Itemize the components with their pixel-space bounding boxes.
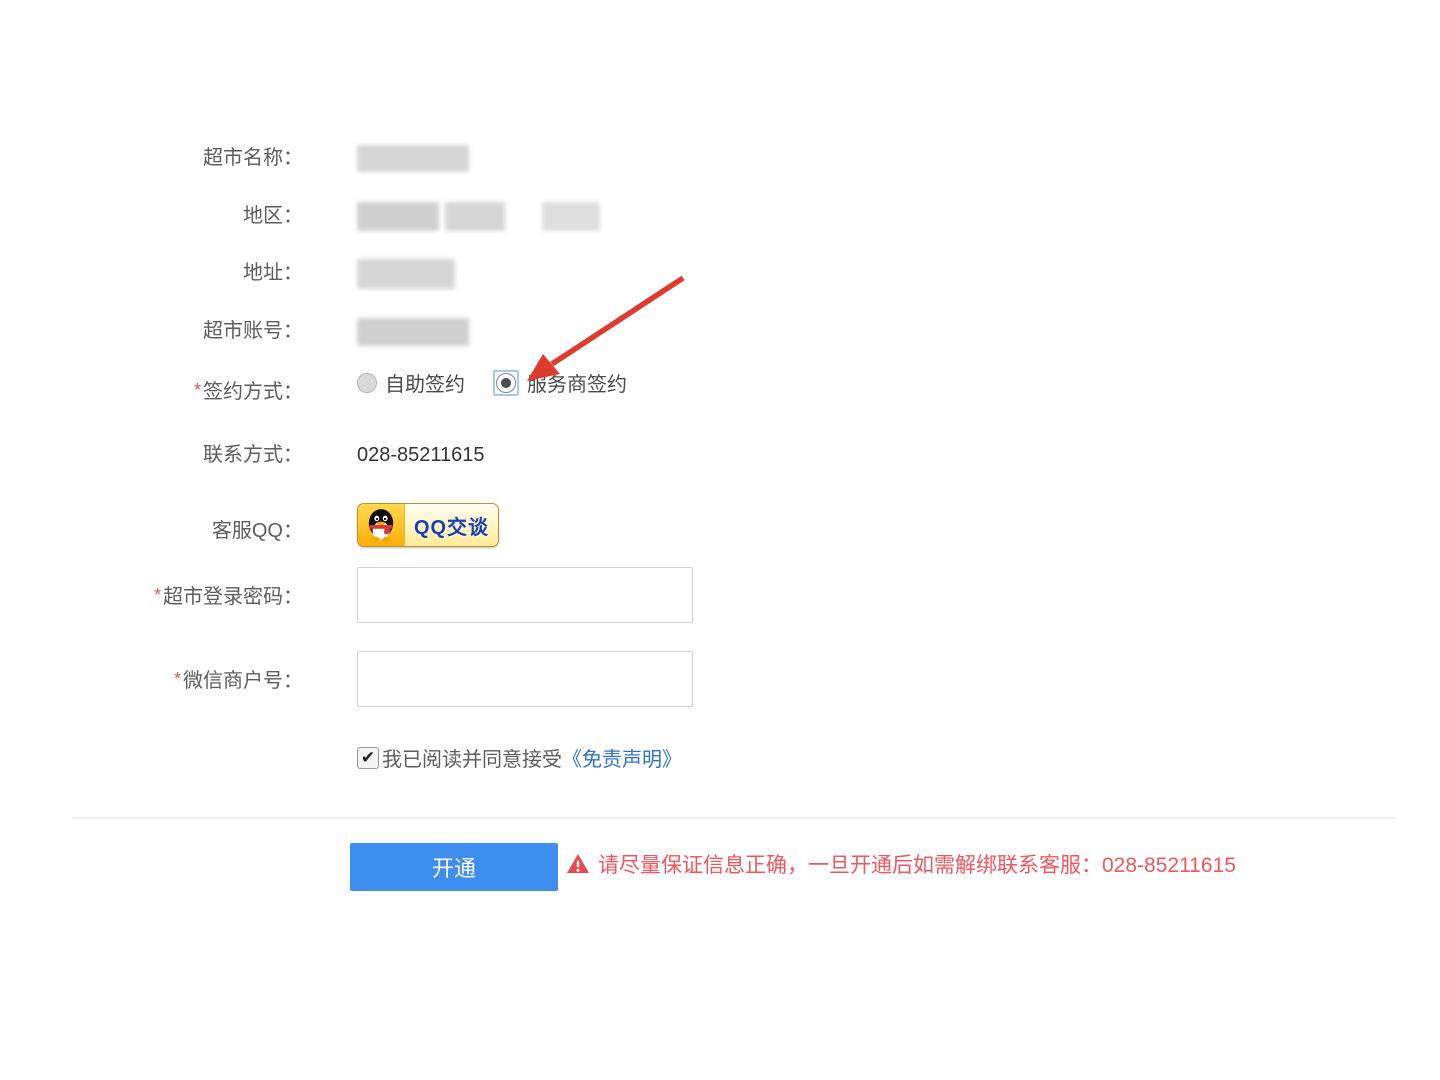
required-asterisk: * (153, 585, 161, 605)
qq-button-label[interactable]: QQ交谈 (414, 511, 489, 540)
qq-button-label-area[interactable]: QQ交谈 (405, 504, 498, 546)
login-password-label-text: 超市登录密码： (163, 586, 303, 608)
section-divider (72, 817, 1396, 819)
supermarket-name-value (357, 145, 469, 172)
redacted-value (445, 202, 506, 231)
sign-method-label: * 签约方式： (0, 376, 303, 406)
redacted-value (541, 202, 600, 231)
qq-value: QQ交谈 (357, 503, 499, 547)
agreement-area: ✔ 我已阅读并同意接受 《免责声明》 (357, 743, 682, 772)
qq-chat-button[interactable]: QQ交谈 (357, 503, 499, 547)
required-asterisk: * (173, 669, 181, 689)
sign-method-label-text: 签约方式： (203, 381, 303, 403)
radio-selected-icon[interactable] (496, 372, 516, 393)
warning-message: 请尽量保证信息正确，一旦开通后如需解绑联系客服：028-85211615 (566, 849, 1236, 879)
region-label: 地区： (0, 202, 303, 230)
radio-self-sign-label[interactable]: 自助签约 (385, 368, 465, 397)
contact-value: 028-85211615 (357, 441, 485, 469)
login-password-label: * 超市登录密码： (0, 581, 303, 611)
radio-self-sign[interactable]: 自助签约 (357, 368, 465, 397)
account-value (357, 318, 469, 346)
account-label-text: 超市账号： (203, 320, 303, 342)
disclaimer-link[interactable]: 《免责声明》 (562, 743, 682, 772)
login-password-input[interactable] (357, 567, 693, 623)
required-asterisk: * (193, 380, 201, 400)
open-supermarket-form-page: 超市名称： 地区： 地址： 超市账号： * 签约方式： 自助签约 服务商签约 联… (0, 0, 1440, 1080)
activate-button[interactable]: 开通 (350, 843, 558, 891)
redacted-value (357, 145, 469, 172)
contact-label-text: 联系方式： (203, 444, 303, 466)
radio-selected-focus-ring[interactable] (493, 369, 519, 396)
redacted-value (357, 259, 455, 289)
wechat-merchant-label: * 微信商户号： (0, 665, 303, 695)
address-label: 地址： (0, 259, 303, 287)
region-value (357, 202, 600, 231)
supermarket-name-label: 超市名称： (0, 144, 303, 172)
contact-phone-number: 028-85211615 (357, 444, 485, 466)
sign-method-options: 自助签约 服务商签约 (357, 368, 627, 397)
radio-provider-sign[interactable]: 服务商签约 (493, 368, 627, 397)
agreement-text: 我已阅读并同意接受 (382, 749, 562, 771)
warning-triangle-icon (567, 854, 589, 873)
address-label-text: 地址： (243, 262, 303, 284)
account-label: 超市账号： (0, 317, 303, 345)
agreement-checkbox[interactable]: ✔ (357, 746, 379, 769)
redacted-value (357, 318, 469, 346)
contact-label: 联系方式： (0, 441, 303, 469)
qq-penguin-icon (358, 504, 405, 546)
radio-provider-sign-label[interactable]: 服务商签约 (527, 368, 627, 397)
qq-label-text: 客服QQ： (211, 520, 303, 542)
region-label-text: 地区： (243, 205, 303, 227)
address-value (357, 259, 455, 289)
wechat-merchant-label-text: 微信商户号： (183, 670, 303, 692)
checkmark-icon: ✔ (360, 747, 376, 767)
radio-unselected-icon[interactable] (357, 372, 377, 393)
qq-label: 客服QQ： (0, 517, 303, 545)
supermarket-name-label-text: 超市名称： (203, 147, 303, 169)
wechat-merchant-input[interactable] (357, 651, 693, 707)
redacted-value (357, 202, 439, 231)
warning-text: 请尽量保证信息正确，一旦开通后如需解绑联系客服：028-85211615 (598, 854, 1236, 877)
